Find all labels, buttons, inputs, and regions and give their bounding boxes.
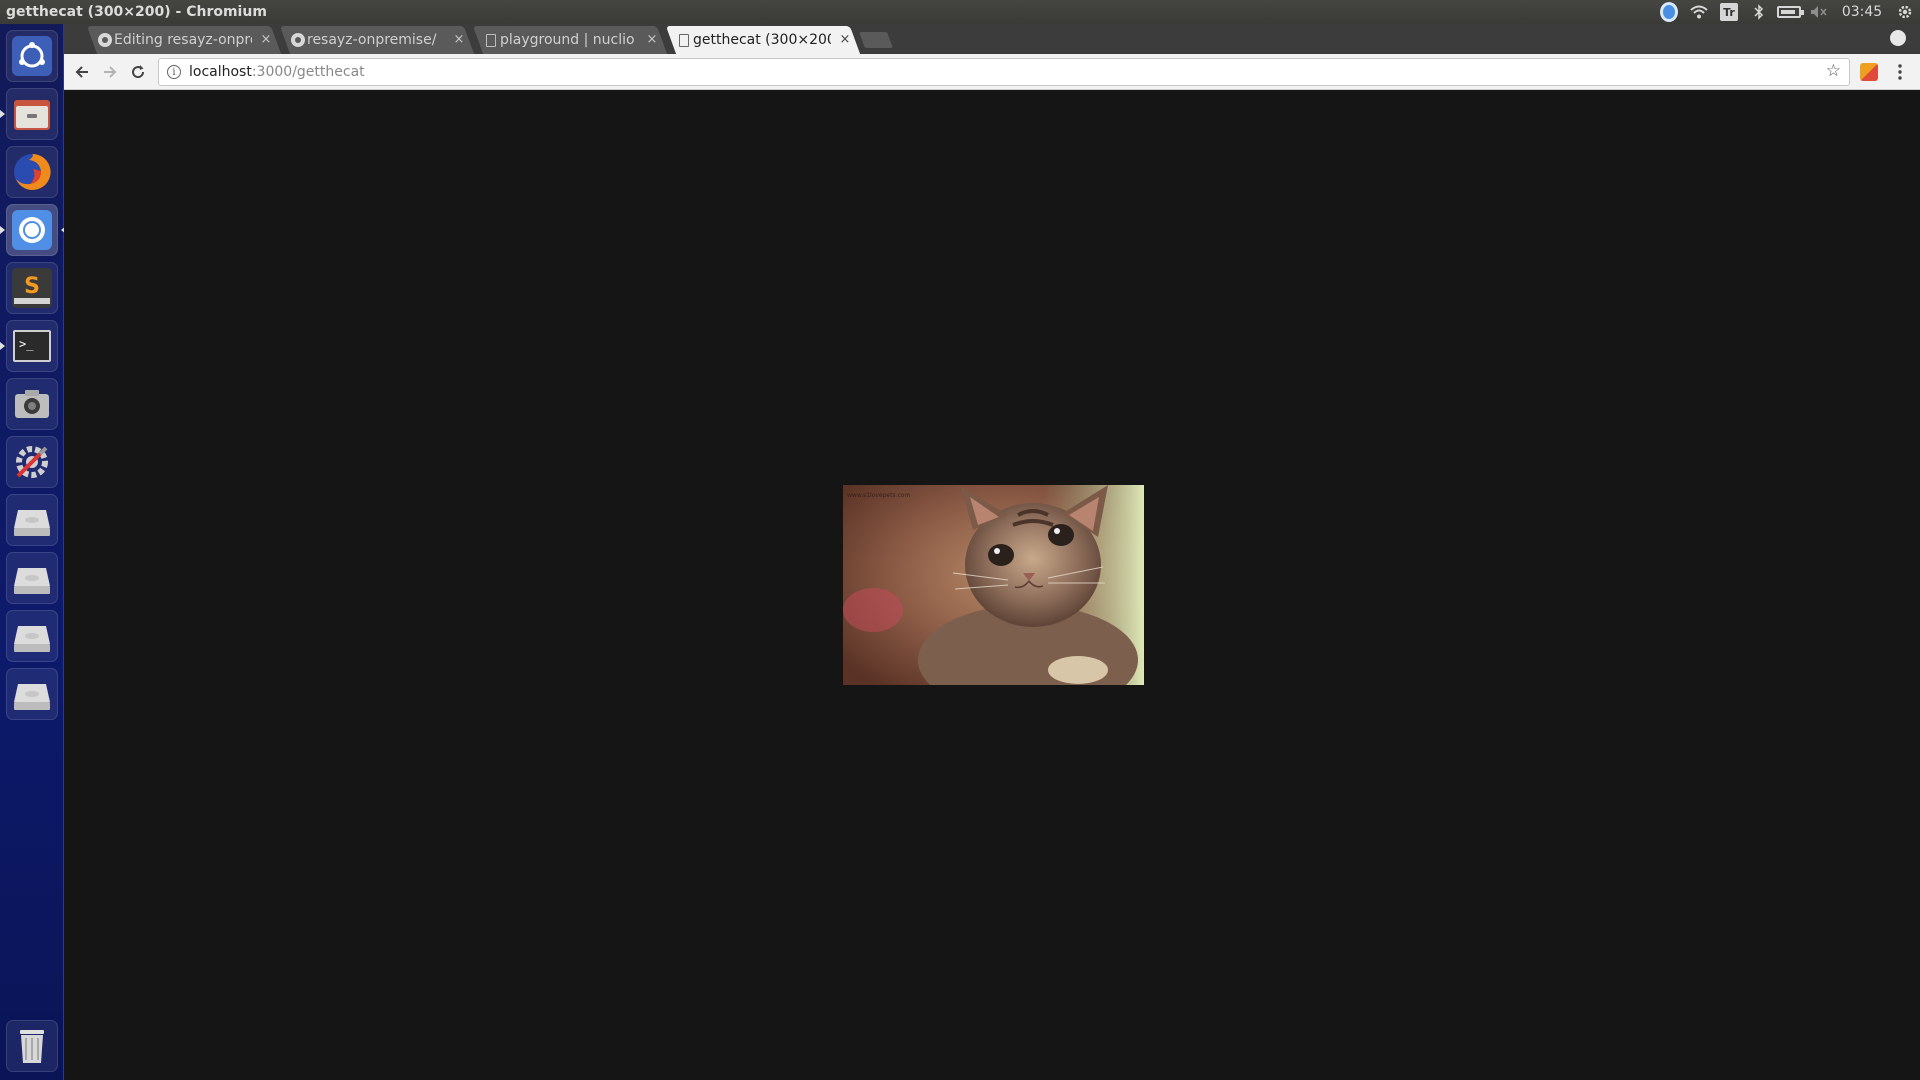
system-settings-icon <box>16 446 48 478</box>
bluetooth-icon <box>1754 4 1764 20</box>
reload-icon <box>132 65 145 79</box>
page-viewport: www.s1lovepets.com <box>64 90 1920 1080</box>
battery-level <box>1781 10 1795 14</box>
extension-icon[interactable] <box>1860 63 1878 81</box>
wifi-icon <box>1690 5 1708 19</box>
url-path: :3000/getthecat <box>251 64 365 80</box>
reload-button[interactable] <box>126 60 150 84</box>
document-icon <box>679 33 689 47</box>
top-panel: getthecat (300×200) - Chromium Tr 03:45 <box>0 0 1920 24</box>
screenshot-icon <box>15 390 49 418</box>
address-bar[interactable]: i localhost:3000/getthecat ☆ <box>158 58 1850 86</box>
running-indicator <box>0 342 5 350</box>
chrome-indicator-icon <box>1660 2 1678 22</box>
svg-text:S: S <box>24 274 40 299</box>
browser-menu-button[interactable] <box>1890 60 1910 84</box>
running-indicator <box>0 226 5 234</box>
launcher-terminal[interactable]: >_ <box>0 320 58 372</box>
tab-label: playground | nuclio <box>500 32 635 48</box>
tab-label: Editing resayz-onpremise <box>114 32 252 48</box>
launcher-drive-2[interactable] <box>6 552 58 604</box>
trash-icon <box>20 1030 44 1063</box>
tab-label: resayz-onpremise/ <box>307 32 437 48</box>
drive-icon <box>14 510 50 536</box>
tab-close-button[interactable]: × <box>644 31 660 47</box>
keyboard-indicator[interactable]: Tr <box>1714 0 1744 24</box>
drive-icon <box>14 684 50 710</box>
launcher-drive-3[interactable] <box>6 610 58 662</box>
github-icon <box>291 33 305 47</box>
tab-strip: Editing resayz-onpremise × resayz-onprem… <box>64 24 1920 54</box>
battery-indicator[interactable] <box>1774 0 1804 24</box>
launcher-trash[interactable] <box>6 1020 58 1072</box>
tab-getthecat[interactable]: getthecat (300×200) × <box>663 26 863 54</box>
kitten-photo: www.s1lovepets.com <box>843 485 1144 685</box>
new-tab-button[interactable] <box>859 32 893 48</box>
running-indicator <box>0 110 5 118</box>
tab-editing-resayz[interactable]: Editing resayz-onpremise × <box>84 26 284 54</box>
launcher-firefox[interactable] <box>6 146 58 198</box>
gear-icon <box>1898 5 1912 19</box>
chromium-window: Editing resayz-onpremise × resayz-onprem… <box>64 24 1920 1080</box>
tab-close-button[interactable]: × <box>451 31 467 47</box>
launcher-system-settings[interactable] <box>6 436 58 488</box>
image-watermark: www.s1lovepets.com <box>847 492 910 499</box>
wifi-indicator[interactable] <box>1684 0 1714 24</box>
launcher-drive-4[interactable] <box>6 668 58 720</box>
drive-icon <box>14 568 50 594</box>
tab-close-button[interactable]: × <box>837 31 853 47</box>
indicator-area: Tr 03:45 <box>1654 0 1920 24</box>
volume-muted-icon <box>1811 6 1827 18</box>
more-vertical-icon <box>1898 64 1902 80</box>
window-title: getthecat (300×200) - Chromium <box>6 4 267 20</box>
tab-resayz-onpremise[interactable]: resayz-onpremise/ × <box>277 26 477 54</box>
terminal-icon: >_ <box>13 330 51 362</box>
launcher-sublime-text[interactable]: S <box>6 262 58 314</box>
battery-icon <box>1777 6 1804 18</box>
chromium-icon <box>12 210 52 250</box>
launcher: S >_ <box>0 24 66 1080</box>
document-icon <box>486 33 496 47</box>
back-button[interactable] <box>70 60 94 84</box>
profile-icon[interactable] <box>1890 30 1906 46</box>
browser-toolbar: i localhost:3000/getthecat ☆ <box>64 54 1920 90</box>
url-text: localhost:3000/getthecat <box>189 64 365 80</box>
bookmark-star-icon[interactable]: ☆ <box>1826 61 1841 81</box>
drive-icon <box>14 626 50 652</box>
cat-image[interactable]: www.s1lovepets.com <box>843 485 1144 685</box>
bluetooth-indicator[interactable] <box>1744 0 1774 24</box>
keyboard-layout-icon: Tr <box>1720 3 1738 21</box>
forward-button[interactable] <box>98 60 122 84</box>
launcher-drive-1[interactable] <box>6 494 58 546</box>
arrow-left-icon <box>75 66 88 78</box>
launcher-chromium[interactable] <box>0 204 66 256</box>
launcher-screenshot[interactable] <box>6 378 58 430</box>
firefox-icon <box>14 153 51 190</box>
launcher-files[interactable] <box>0 88 58 140</box>
clock[interactable]: 03:45 <box>1834 0 1890 24</box>
site-info-icon[interactable]: i <box>167 65 181 79</box>
arrow-right-icon <box>104 66 117 78</box>
url-host: localhost <box>189 64 252 80</box>
ubuntu-dash-icon <box>12 36 52 76</box>
tab-close-button[interactable]: × <box>258 31 274 47</box>
chrome-indicator[interactable] <box>1654 0 1684 24</box>
sublime-text-icon: S <box>12 268 52 308</box>
svg-text:>_: >_ <box>19 337 34 351</box>
files-icon <box>14 100 50 130</box>
session-indicator[interactable] <box>1890 0 1920 24</box>
tab-playground-nuclio[interactable]: playground | nuclio × <box>470 26 670 54</box>
volume-indicator[interactable] <box>1804 0 1834 24</box>
tab-label: getthecat (300×200) <box>693 32 831 48</box>
launcher-ubuntu-dash[interactable] <box>6 30 58 82</box>
github-icon <box>98 33 112 47</box>
